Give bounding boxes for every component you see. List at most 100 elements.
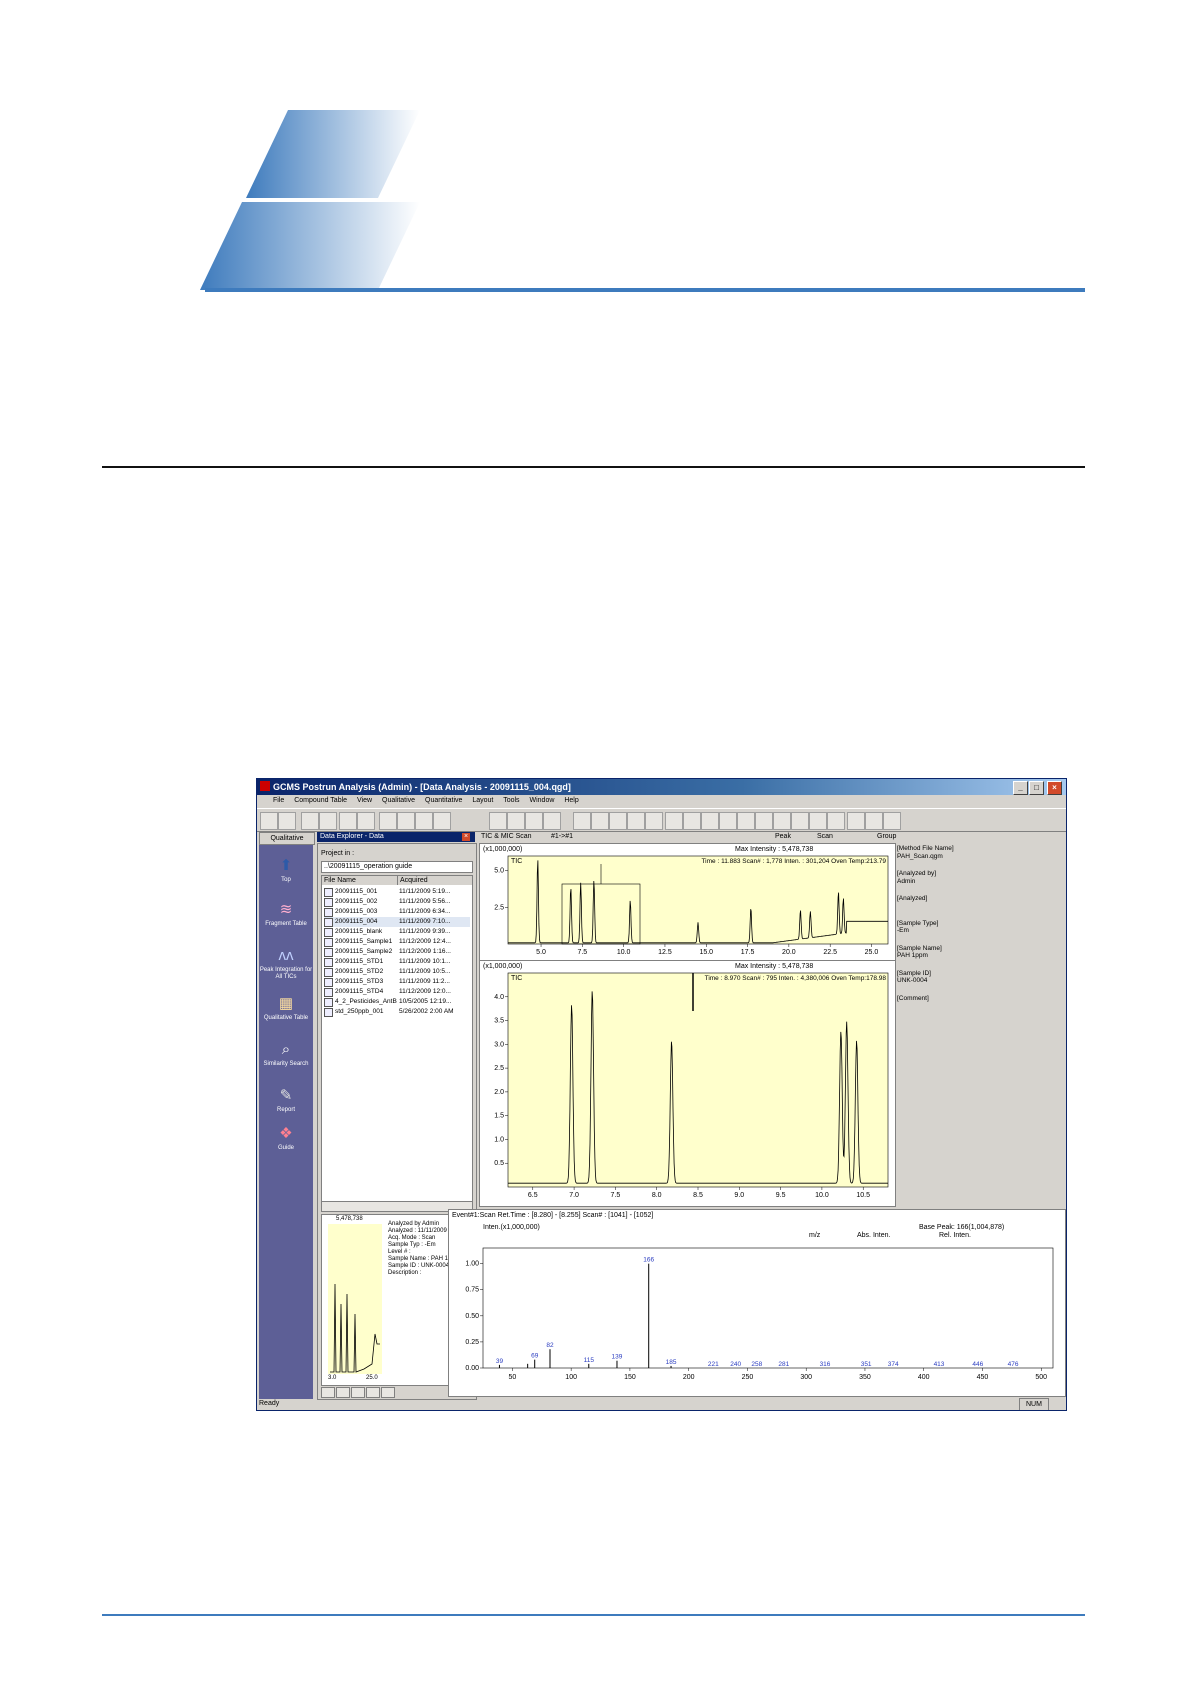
file-name: 20091115_001	[335, 888, 378, 895]
sidebar-item-label: Guide	[277, 1145, 294, 1151]
x-tick-label: 10.0	[815, 1192, 829, 1199]
toolbar-button-icon[interactable]	[865, 812, 883, 830]
sidebar-item-guide[interactable]: ❖ Guide	[259, 1125, 313, 1152]
toolbar-button-icon[interactable]	[543, 812, 561, 830]
peak-mz-label: 166	[643, 1257, 654, 1264]
toolbar-button-icon[interactable]	[737, 812, 755, 830]
toolbar-button-icon[interactable]	[719, 812, 737, 830]
toolbar-button-icon[interactable]	[433, 812, 451, 830]
toolbar-button-icon[interactable]	[847, 812, 865, 830]
x-tick-label: 12.5	[658, 949, 672, 956]
peak-mz-label: 446	[972, 1361, 983, 1368]
menu-window[interactable]: Window	[530, 797, 555, 804]
project-select[interactable]: ..\20091115_operation guide	[321, 861, 473, 873]
menu-layout[interactable]: Layout	[472, 797, 493, 804]
column-header-file-name[interactable]: File Name	[322, 876, 398, 885]
table-row[interactable]: 20091115_001 11/11/2009 5:19...	[324, 887, 470, 897]
toolbar-button-icon[interactable]	[489, 812, 507, 830]
menu-qualitative[interactable]: Qualitative	[382, 797, 415, 804]
sidebar-header[interactable]: Qualitative	[259, 832, 315, 845]
table-row[interactable]: 20091115_002 11/11/2009 5:56...	[324, 897, 470, 907]
toolbar-button-icon[interactable]	[525, 812, 543, 830]
file-name: 20091115_Sample1	[335, 938, 393, 945]
view-tab-icon[interactable]	[381, 1387, 395, 1398]
view-tab-icon[interactable]	[336, 1387, 350, 1398]
view-tab-icon[interactable]	[321, 1387, 335, 1398]
toolbar-button-icon[interactable]	[701, 812, 719, 830]
toolbar-button-icon[interactable]	[773, 812, 791, 830]
method-info-value	[897, 903, 977, 910]
sidebar-item-fragment-table[interactable]: ≋ Fragment Table	[259, 901, 313, 928]
table-row[interactable]: 20091115_STD4 11/12/2009 12:0...	[324, 987, 470, 997]
table-row[interactable]: 20091115_STD1 11/11/2009 10:1...	[324, 957, 470, 967]
toolbar-button-icon[interactable]	[665, 812, 683, 830]
minimize-button[interactable]: _	[1013, 781, 1028, 795]
toolbar-button-icon[interactable]	[415, 812, 433, 830]
table-row[interactable]: 20091115_STD2 11/11/2009 10:5...	[324, 967, 470, 977]
column-header-acquired[interactable]: Acquired	[398, 876, 472, 885]
toolbar-button-icon[interactable]	[278, 812, 296, 830]
toolbar-button-icon[interactable]	[260, 812, 278, 830]
file-acquired: 5/26/2002 2:00 AM	[399, 1008, 454, 1015]
menu-file[interactable]: File	[273, 797, 284, 804]
sidebar-item-top[interactable]: ⬆ Top	[259, 857, 313, 884]
view-tab-icon[interactable]	[351, 1387, 365, 1398]
toolbar-button-icon[interactable]	[683, 812, 701, 830]
toolbar-button-icon[interactable]	[339, 812, 357, 830]
table-row[interactable]: 20091115_004 11/11/2009 7:10...	[324, 917, 470, 927]
toolbar-button-icon[interactable]	[883, 812, 901, 830]
menu-tools[interactable]: Tools	[503, 797, 519, 804]
y-tick-label: 2.5	[494, 904, 504, 911]
project-label: Project in :	[321, 850, 355, 857]
sidebar-item-similarity-search[interactable]: ⌕ Similarity Search	[259, 1041, 313, 1068]
sidebar-item-report[interactable]: ✎ Report	[259, 1087, 313, 1114]
menu-compound-table[interactable]: Compound Table	[294, 797, 347, 804]
menu-view[interactable]: View	[357, 797, 372, 804]
table-row[interactable]: 20091115_STD3 11/11/2009 11:2...	[324, 977, 470, 987]
toolbar-button-icon[interactable]	[827, 812, 845, 830]
toolbar-button-icon[interactable]	[507, 812, 525, 830]
tic-overview-chart[interactable]: 5.0 7.5 10.0 12.5 15.0 17.5 20.0 22.5 25.0 5.0 2.5…	[480, 854, 895, 960]
menu-help[interactable]: Help	[564, 797, 578, 804]
toolbar-button-icon[interactable]	[319, 812, 337, 830]
view-tab-icon[interactable]	[366, 1387, 380, 1398]
preview-max: 5,478,738	[336, 1216, 363, 1222]
menu-quantitative[interactable]: Quantitative	[425, 797, 462, 804]
toolbar-button-icon[interactable]	[573, 812, 591, 830]
toolbar-button-icon[interactable]	[645, 812, 663, 830]
toolbar-button-icon[interactable]	[809, 812, 827, 830]
menu-bar: File Compound Table View Qualitative Qua…	[257, 795, 1066, 807]
explorer-close-button[interactable]: ×	[462, 833, 470, 841]
table-row[interactable]: 20091115_Sample2 11/12/2009 1:16...	[324, 947, 470, 957]
file-name: 20091115_002	[335, 898, 378, 905]
table-row[interactable]: 20091115_blank 11/11/2009 9:39...	[324, 927, 470, 937]
toolbar-button-icon[interactable]	[379, 812, 397, 830]
table-row[interactable]: 20091115_Sample1 11/12/2009 12:4...	[324, 937, 470, 947]
data-file-icon	[324, 897, 333, 907]
toolbar-button-icon[interactable]	[397, 812, 415, 830]
toolbar-button-icon[interactable]	[357, 812, 375, 830]
x-tick-label: 7.5	[611, 1192, 621, 1199]
data-file-icon	[324, 1007, 333, 1017]
maximize-button[interactable]: □	[1029, 781, 1044, 795]
toolbar-button-icon[interactable]	[791, 812, 809, 830]
toolbar-button-icon[interactable]	[609, 812, 627, 830]
sidebar-item-peak-integration[interactable]: ʌʌ Peak Integration for All TICs	[259, 947, 313, 981]
toolbar-button-icon[interactable]	[755, 812, 773, 830]
tic-zoom-chart[interactable]: 6.5 7.0 7.5 8.0 8.5 9.0 9.5 10.0 10.5 4.0 3.5 3.0 2.…	[480, 971, 895, 1206]
tic-label: TIC	[511, 858, 522, 865]
y-tick-label: 3.0	[494, 1041, 504, 1048]
tic-zoom-scale: (x1,000,000)	[483, 963, 523, 970]
spectrum-base-peak: Base Peak: 166(1,004,878)	[919, 1224, 1005, 1231]
close-button[interactable]: ×	[1047, 781, 1062, 795]
file-name: std_250ppb_001	[335, 1008, 384, 1015]
table-row[interactable]: 4_2_Pesticides_AntB 10/5/2005 12:19...	[324, 997, 470, 1007]
toolbar-button-icon[interactable]	[301, 812, 319, 830]
data-file-icon	[324, 977, 333, 987]
sidebar-item-qualitative-table[interactable]: ▦ Qualitative Table	[259, 995, 313, 1022]
toolbar-button-icon[interactable]	[627, 812, 645, 830]
table-row[interactable]: 20091115_003 11/11/2009 6:34...	[324, 907, 470, 917]
table-row[interactable]: std_250ppb_001 5/26/2002 2:00 AM	[324, 1007, 470, 1017]
mass-spectrum-chart[interactable]: 39 69 82 115 139 166 185 221 240 258 281 316 351 374 4…	[449, 1240, 1065, 1396]
toolbar-button-icon[interactable]	[591, 812, 609, 830]
